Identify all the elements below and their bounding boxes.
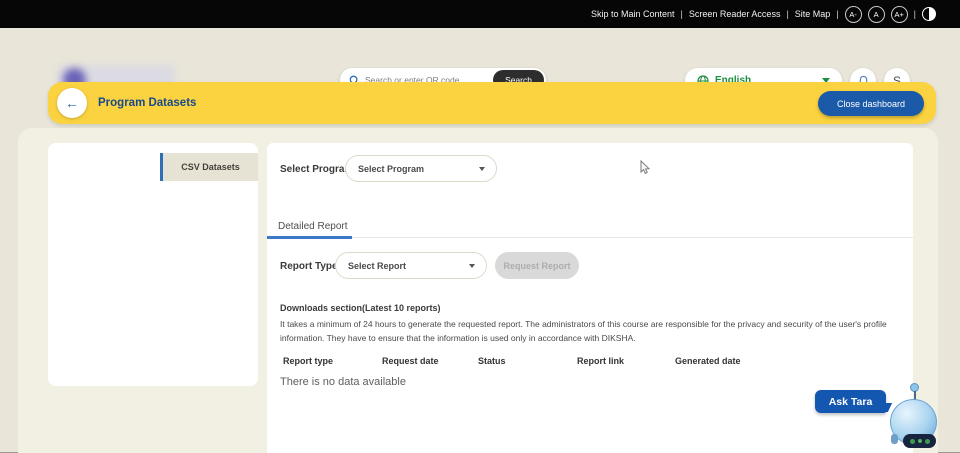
contrast-toggle-icon[interactable] (922, 7, 936, 21)
chevron-down-icon (479, 167, 485, 171)
separator: | (681, 9, 683, 19)
page-title: Program Datasets (98, 97, 196, 109)
select-program-label: Select Program (280, 164, 353, 175)
font-normal-button[interactable]: A (868, 6, 885, 23)
screen-reader-link[interactable]: Screen Reader Access (689, 9, 781, 19)
column-header-status: Status (478, 356, 577, 366)
close-dashboard-button[interactable]: Close dashboard (818, 91, 924, 116)
column-header-report-link: Report link (577, 356, 675, 366)
separator: | (914, 9, 916, 19)
chevron-down-icon (469, 264, 475, 268)
mouse-cursor (639, 160, 652, 175)
report-tabbar: Detailed Report (267, 215, 913, 238)
downloads-heading: Downloads section(Latest 10 reports) (280, 303, 441, 313)
column-header-request-date: Request date (382, 356, 478, 366)
site-map-link[interactable]: Site Map (795, 9, 831, 19)
robot-visor (903, 434, 936, 448)
downloads-note-line: It takes a minimum of 24 hours to genera… (280, 317, 910, 331)
reports-table-header: Report type Request date Status Report l… (283, 356, 903, 366)
tara-robot-icon[interactable] (886, 383, 942, 449)
content-container: CSV Datasets Select Program Select Progr… (18, 128, 938, 453)
back-button[interactable]: ← (57, 88, 87, 118)
active-tab-underline (267, 236, 352, 239)
request-report-button[interactable]: Request Report (495, 252, 579, 279)
app-header: Search English S (0, 28, 960, 75)
downloads-note-line: information. They have to ensure that th… (280, 331, 910, 345)
robot-ear-left (891, 434, 898, 444)
empty-table-message: There is no data available (280, 376, 406, 388)
tab-detailed-report[interactable]: Detailed Report (267, 215, 358, 238)
report-type-value: Select Report (348, 261, 406, 271)
skip-to-main-link[interactable]: Skip to Main Content (591, 9, 675, 19)
diksha-dashboard-page: { "topbar": { "skip_link": "Skip to Main… (0, 0, 960, 453)
separator: | (836, 9, 838, 19)
downloads-note: It takes a minimum of 24 hours to genera… (280, 317, 910, 345)
select-program-value: Select Program (358, 164, 424, 174)
report-type-label: Report Type (280, 261, 338, 272)
accessibility-topbar: Skip to Main Content | Screen Reader Acc… (0, 0, 960, 28)
robot-eye (918, 439, 922, 443)
page-banner: ← Program Datasets Close dashboard (48, 82, 936, 124)
column-header-generated-date: Generated date (675, 356, 903, 366)
ask-tara-button[interactable]: Ask Tara (815, 390, 886, 413)
robot-head (890, 399, 937, 445)
font-increase-button[interactable]: A+ (891, 6, 908, 23)
robot-eye (925, 439, 930, 444)
robot-eye (910, 439, 915, 444)
separator: | (786, 9, 788, 19)
select-program-dropdown[interactable]: Select Program (345, 155, 497, 182)
back-arrow-icon: ← (65, 95, 79, 111)
column-header-report-type: Report type (283, 356, 382, 366)
sidebar-item-csv-datasets[interactable]: CSV Datasets (160, 153, 258, 181)
sidebar: CSV Datasets (48, 143, 258, 386)
font-decrease-button[interactable]: A- (845, 6, 862, 23)
report-type-dropdown[interactable]: Select Report (335, 252, 487, 279)
